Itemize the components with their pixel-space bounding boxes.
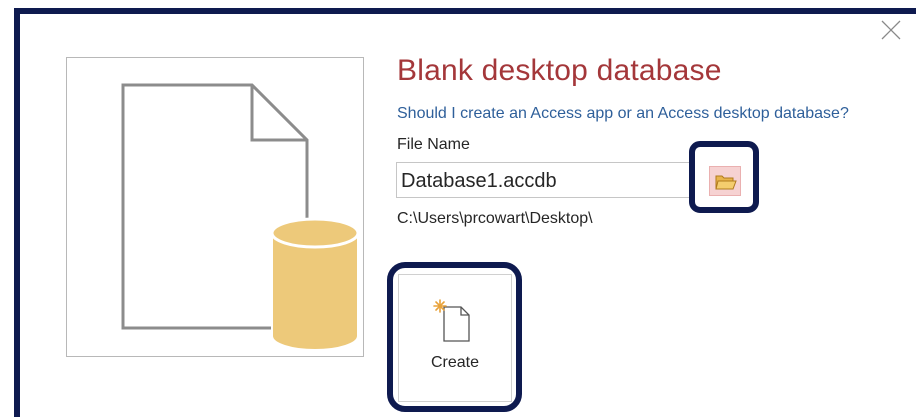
file-name-label: File Name bbox=[397, 136, 470, 153]
folder-icon bbox=[715, 175, 737, 190]
file-name-input[interactable] bbox=[396, 162, 694, 198]
blank-database-icon bbox=[121, 83, 360, 351]
close-icon bbox=[881, 20, 901, 40]
screenshot: Blank desktop database Should I create a… bbox=[0, 0, 916, 417]
dialog-title: Blank desktop database bbox=[397, 54, 722, 87]
help-link[interactable]: Should I create an Access app or an Acce… bbox=[397, 105, 849, 123]
file-path: C:\Users\prcowart\Desktop\ bbox=[397, 210, 593, 227]
close-button[interactable] bbox=[878, 17, 904, 43]
create-button[interactable]: Create bbox=[398, 274, 512, 402]
browse-button[interactable] bbox=[709, 166, 741, 196]
create-button-label: Create bbox=[430, 354, 480, 371]
template-preview bbox=[66, 57, 364, 357]
new-document-icon bbox=[433, 299, 470, 342]
